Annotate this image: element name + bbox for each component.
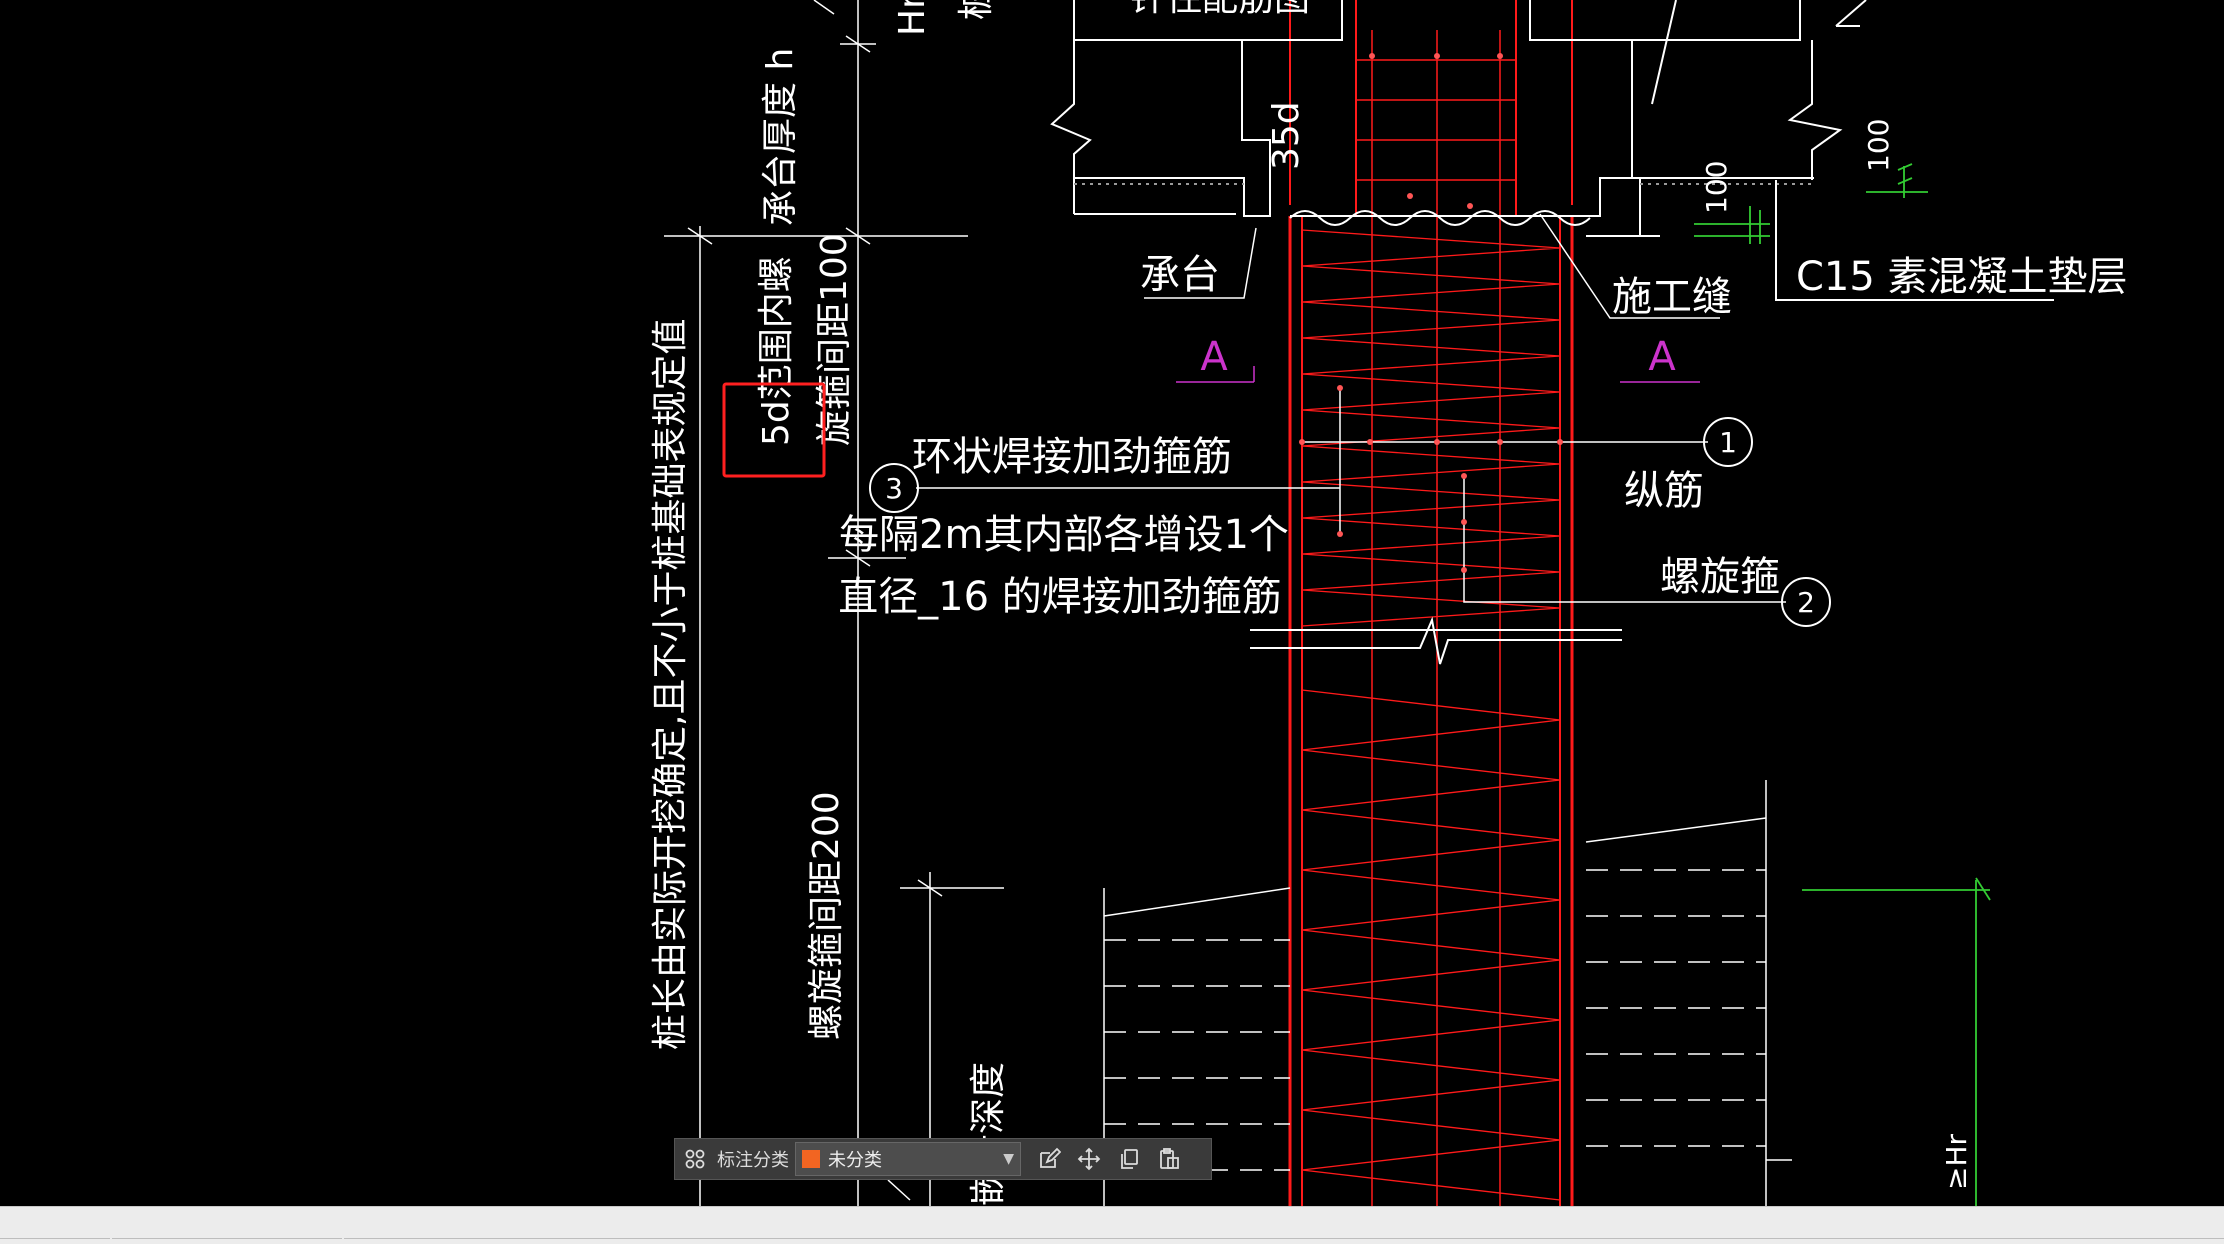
construction-joint [1289,210,1591,226]
callout-3-label: 3 [885,472,903,505]
section-a-left[interactable]: A [1200,334,1228,380]
pile-shaft [1288,0,1574,1206]
label-100-mid[interactable]: 100 [1700,161,1733,214]
label-every-2m[interactable]: 每隔2m其内部各增设1个 [839,512,1289,558]
status-bar [0,1206,2224,1244]
label-spiral-dense-2[interactable]: 旋箍间距100 [814,233,855,446]
label-pile-length[interactable]: 桩长由实际开挖确定,且不小于桩基础表规定值 [650,319,691,1050]
section-a-right[interactable]: A [1648,334,1676,380]
callout-3[interactable]: 3 [869,463,919,513]
label-spiral[interactable]: 螺旋箍 [1660,554,1780,600]
label-depth[interactable]: 嵌岩深度 [968,1062,1009,1206]
move-icon[interactable] [1069,1139,1109,1179]
label-longitudinal[interactable]: 纵筋 [1624,468,1704,514]
green-dimensions [1694,163,1991,1206]
label-35d[interactable]: 35d [1266,101,1307,170]
label-pile-top[interactable]: 桩 [956,0,997,20]
callout-2-label: 2 [1797,586,1815,619]
label-100-right[interactable]: 100 [1862,119,1895,172]
label-cap[interactable]: 承台 [1140,252,1220,298]
label-cap-thickness[interactable]: 承台厚度 h [760,48,801,226]
category-label: 标注分类 [717,1150,789,1171]
category-color-swatch [802,1150,820,1168]
callout-1-label: 1 [1719,426,1737,459]
status-segment [0,1238,110,1244]
label-top-truncated[interactable]: 钎住配筋图 [1130,0,1310,19]
status-segment [112,1238,342,1244]
chevron-down-icon: ▼ [1003,1151,1014,1167]
label-c15[interactable]: C15 素混凝土垫层 [1796,254,2128,300]
annotation-toolbar: 标注分类 未分类 ▼ [674,1138,1212,1180]
label-spiral-dense-1[interactable]: 5d范围内螺 [756,256,797,446]
label-hr-bottom[interactable]: ≥Hr [1940,1133,1973,1190]
label-hr-top[interactable]: Hr [892,0,933,36]
label-spiral-200[interactable]: 螺旋箍间距200 [806,791,847,1040]
callout-2[interactable]: 2 [1781,577,1831,627]
copy-icon[interactable] [1109,1139,1149,1179]
category-selected-value: 未分类 [828,1150,882,1171]
paste-icon[interactable] [1149,1139,1189,1179]
callout-1[interactable]: 1 [1703,417,1753,467]
label-diameter-16[interactable]: 直径_16 的焊接加劲箍筋 [838,574,1282,620]
status-segment [344,1238,2224,1244]
label-ring-stirrup[interactable]: 环状焊接加劲箍筋 [912,434,1232,480]
cad-drawing-canvas[interactable]: 1 2 3 承台厚度 h Hr 桩 钎住配筋图 35d 承台 施工缝 C15 素… [0,0,2224,1206]
edit-icon[interactable] [1029,1139,1069,1179]
grid-apps-icon[interactable] [675,1139,715,1179]
category-dropdown[interactable]: 未分类 ▼ [795,1142,1021,1176]
label-joint[interactable]: 施工缝 [1612,274,1732,320]
pile-break-line [1250,616,1622,665]
